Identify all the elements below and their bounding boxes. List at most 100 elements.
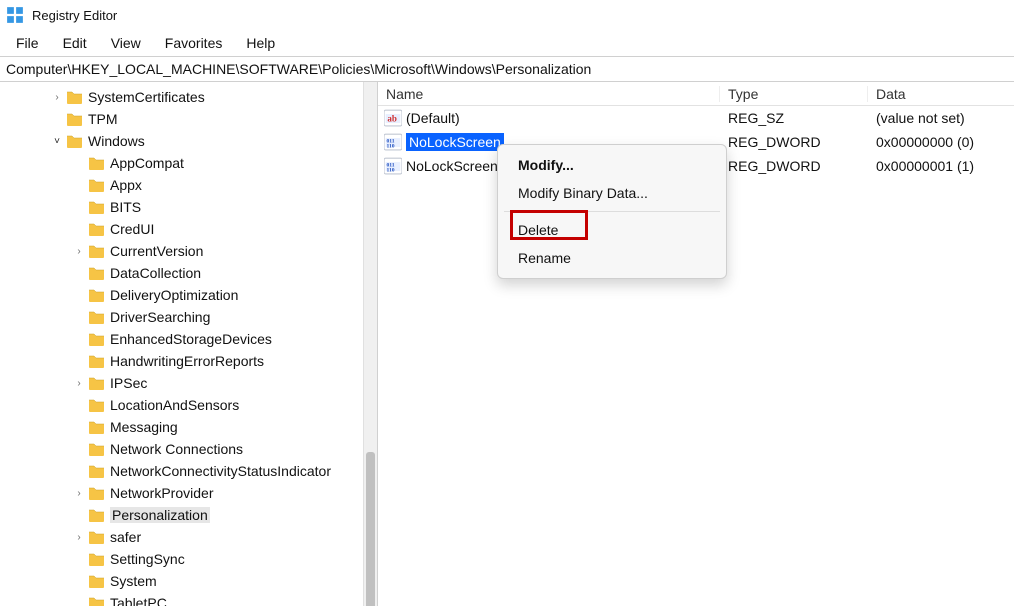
ctx-delete[interactable]: Delete [498,216,726,244]
tree-node-label: CredUI [110,221,154,237]
tree-node[interactable]: TabletPC [0,592,363,606]
folder-icon [88,441,106,457]
value-data: 0x00000001 (1) [868,158,1014,174]
folder-icon [88,397,106,413]
tree-node[interactable]: Personalization [0,504,363,526]
tree-node[interactable]: NetworkConnectivityStatusIndicator [0,460,363,482]
tree-node-label: Messaging [110,419,178,435]
folder-icon [88,419,106,435]
tree-node[interactable]: ›CurrentVersion [0,240,363,262]
chevron-right-icon[interactable]: › [72,488,86,499]
tree-node[interactable]: Appx [0,174,363,196]
tree-node[interactable]: Network Connections [0,438,363,460]
tree-node-label: AppCompat [110,155,184,171]
regedit-icon [6,6,24,24]
value-row[interactable]: (Default) REG_SZ(value not set) [378,106,1014,130]
app-title: Registry Editor [32,8,117,23]
dword-value-icon [384,157,402,175]
folder-icon [88,177,106,193]
chevron-down-icon[interactable]: ˅ [50,136,64,147]
menu-favorites[interactable]: Favorites [153,33,235,53]
tree-node[interactable]: AppCompat [0,152,363,174]
tree-node[interactable]: LocationAndSensors [0,394,363,416]
tree-node[interactable]: › NetworkProvider [0,482,363,504]
tree-node[interactable]: Messaging [0,416,363,438]
tree-scroll-thumb[interactable] [366,452,375,606]
folder-icon [88,375,106,391]
tree-node-label: safer [110,529,141,545]
value-name: NoLockScreen [406,158,498,174]
tree-node[interactable]: CredUI [0,218,363,240]
value-type: REG_DWORD [720,158,868,174]
folder-icon [88,485,106,501]
tree-node-label: DeliveryOptimization [110,287,238,303]
main-split: › SystemCertificates TPM ˅Windows AppCompat A… [0,82,1014,606]
tree-scrollbar[interactable] [363,82,377,606]
chevron-right-icon[interactable]: › [72,378,86,389]
address-bar[interactable]: Computer\HKEY_LOCAL_MACHINE\SOFTWARE\Pol… [0,56,1014,82]
tree-node-label: TabletPC [110,595,167,606]
tree-node-label: BITS [110,199,141,215]
tree-node[interactable]: DataCollection [0,262,363,284]
value-data: 0x00000000 (0) [868,134,1014,150]
menubar: File Edit View Favorites Help [0,30,1014,56]
folder-icon [66,111,84,127]
tree-node[interactable]: BITS [0,196,363,218]
menu-help[interactable]: Help [234,33,287,53]
tree-node[interactable]: SettingSync [0,548,363,570]
menu-file[interactable]: File [4,33,51,53]
tree-node-label: SystemCertificates [88,89,205,105]
tree-node-label: TPM [88,111,118,127]
tree-node-label: Network Connections [110,441,243,457]
folder-icon [88,529,106,545]
col-type[interactable]: Type [720,86,868,102]
tree-node-label: Appx [110,177,142,193]
menu-edit[interactable]: Edit [51,33,99,53]
folder-icon [88,573,106,589]
ctx-modify[interactable]: Modify... [498,151,726,179]
chevron-right-icon[interactable]: › [50,92,64,103]
tree-node[interactable]: DeliveryOptimization [0,284,363,306]
menu-view[interactable]: View [99,33,153,53]
tree-node[interactable]: › IPSec [0,372,363,394]
dword-value-icon [384,133,402,151]
folder-icon [88,155,106,171]
tree-node[interactable]: ˅Windows [0,130,363,152]
tree-node-label: IPSec [110,375,147,391]
tree-node[interactable]: HandwritingErrorReports [0,350,363,372]
values-header: Name Type Data [378,82,1014,106]
folder-icon [88,463,106,479]
tree-node[interactable]: EnhancedStorageDevices [0,328,363,350]
folder-icon [88,331,106,347]
ctx-modify-binary-data[interactable]: Modify Binary Data... [498,179,726,207]
folder-icon [88,551,106,567]
tree-node[interactable]: DriverSearching [0,306,363,328]
tree-node[interactable]: › SystemCertificates [0,86,363,108]
chevron-right-icon[interactable]: › [72,532,86,543]
folder-icon [88,199,106,215]
string-value-icon [384,109,402,127]
chevron-right-icon[interactable]: › [72,246,86,257]
col-data[interactable]: Data [868,86,1014,102]
tree-node-label: System [110,573,157,589]
ctx-rename[interactable]: Rename [498,244,726,272]
tree-node[interactable]: › safer [0,526,363,548]
tree-node[interactable]: TPM [0,108,363,130]
tree-node-label: DriverSearching [110,309,210,325]
value-data: (value not set) [868,110,1014,126]
tree-node[interactable]: System [0,570,363,592]
context-menu: Modify...Modify Binary Data... DeleteRena… [497,144,727,279]
value-type: REG_SZ [720,110,868,126]
titlebar: Registry Editor [0,0,1014,30]
tree-node-label: SettingSync [110,551,185,567]
tree-node-label: Personalization [110,507,210,523]
col-name[interactable]: Name [378,86,720,102]
tree-node-label: NetworkProvider [110,485,213,501]
tree-node-label: DataCollection [110,265,201,281]
folder-icon [88,353,106,369]
menu-separator [504,211,720,212]
registry-tree[interactable]: › SystemCertificates TPM ˅Windows AppCompat A… [0,82,363,606]
address-path: Computer\HKEY_LOCAL_MACHINE\SOFTWARE\Pol… [6,61,591,77]
value-name: (Default) [406,110,460,126]
folder-icon [66,89,84,105]
